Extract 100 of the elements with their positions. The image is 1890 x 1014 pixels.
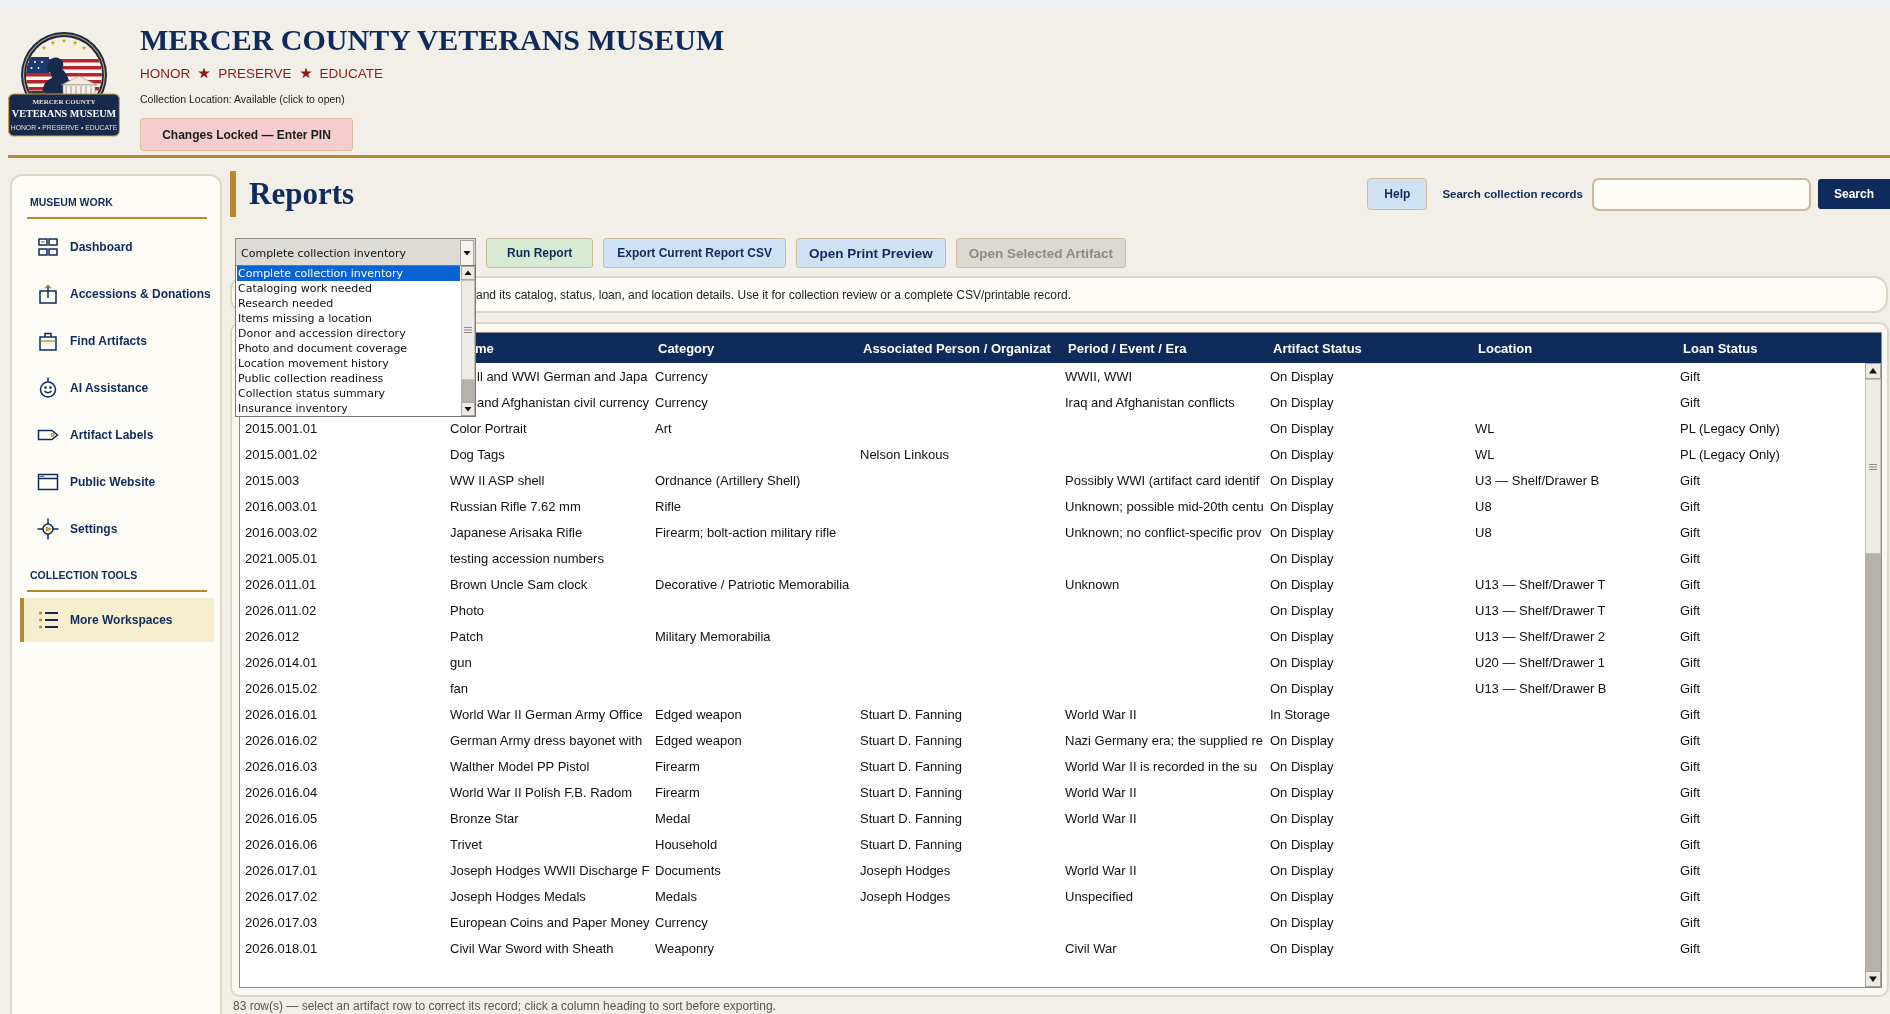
table-cell-text: Gift	[1679, 523, 1702, 542]
collection-location-link[interactable]: Collection Location: Available (click to open)	[140, 93, 345, 106]
help-button[interactable]: Help	[1367, 178, 1428, 210]
table-cell-text: Stuart D. Fanning	[859, 809, 963, 828]
table-cell-text: On Display	[1269, 783, 1335, 802]
table-cell-text: 2026.016.02	[244, 731, 319, 750]
logo-text: VETERANS MUSEUM	[11, 108, 117, 119]
table-cell-text: Dog Tags	[449, 445, 506, 464]
table-cell-text: 2026.016.01	[244, 705, 319, 724]
column-header[interactable]: me	[473, 333, 652, 363]
scrollbar-track[interactable]	[1865, 363, 1881, 987]
table-cell-text: Russian Rifle 7.62 mm	[449, 497, 582, 516]
table-cell-text: Ordnance (Artillery Shell)	[654, 471, 802, 490]
report-select[interactable]: Complete collection inventory	[235, 238, 476, 268]
scroll-up-button[interactable]	[461, 266, 475, 280]
page-title: Reports	[230, 171, 355, 217]
table-cell-text: Stuart D. Fanning	[859, 783, 963, 802]
sidebar-section-heading: MUSEUM WORK	[27, 195, 207, 219]
dropdown-option[interactable]: Research needed	[237, 296, 460, 311]
scroll-up-button[interactable]	[1865, 363, 1881, 379]
table-cell-text: Gift	[1679, 653, 1702, 672]
sidebar-nav-item[interactable]: Artifact Labels	[20, 413, 214, 457]
table-cell-text: On Display	[1269, 757, 1335, 776]
column-header[interactable]: Location	[1472, 333, 1677, 363]
table-cell-text: Currency	[654, 367, 709, 386]
star-icon	[198, 67, 211, 79]
table-cell-text: On Display	[1269, 497, 1335, 516]
table-cell-text: Edged weapon	[654, 705, 743, 724]
table-cell-text: Gift	[1679, 939, 1702, 958]
table-cell-text: U20 — Shelf/Drawer 1	[1474, 653, 1607, 672]
table-cell-text: Gift	[1679, 679, 1702, 698]
table-cell-text: Trivet	[449, 835, 484, 854]
search-field[interactable]	[1592, 177, 1811, 211]
dropdown-option[interactable]: Collection status summary	[237, 386, 460, 401]
table-cell-text: 2015.001.01	[244, 419, 319, 438]
sidebar-nav-item[interactable]: Find Artifacts	[20, 319, 214, 363]
table-cell-text: Unspecified	[1064, 887, 1134, 906]
search-button[interactable]: Search	[1818, 179, 1890, 209]
table-cell-text: On Display	[1269, 861, 1335, 880]
table-cell-text: Gift	[1679, 601, 1702, 620]
table-cell-text: Walther Model PP Pistol	[449, 757, 591, 776]
table-cell-text: Civil War	[1064, 939, 1118, 958]
table-cell-text: World War II Polish F.B. Radom	[449, 783, 634, 802]
table-cell-text: Joseph Hodges	[859, 861, 952, 880]
scroll-down-button[interactable]	[1865, 971, 1881, 987]
tagline-word: HONOR	[140, 65, 191, 81]
table-cell-text: 2026.016.04	[244, 783, 319, 802]
scroll-down-button[interactable]	[461, 402, 475, 416]
table-cell-text: Gift	[1679, 887, 1702, 906]
table-cell-text: German Army dress bayonet with	[449, 731, 644, 750]
sidebar-nav-item[interactable]: Accessions & Donations	[20, 272, 214, 316]
table-cell-text: Gift	[1679, 913, 1702, 932]
table-cell-text: fan	[449, 679, 470, 698]
sidebar-nav-item[interactable]: Dashboard	[20, 225, 214, 269]
dropdown-option[interactable]: Donor and accession directory	[237, 326, 460, 341]
toolbar-button[interactable]: Open Print Preview	[796, 238, 946, 268]
table-cell-text: Gift	[1679, 627, 1702, 646]
table-cell-text: On Display	[1269, 419, 1335, 438]
table-cell-text: Gift	[1679, 783, 1702, 802]
toolbar-button[interactable]: Run Report	[486, 238, 594, 268]
table-cell-text: On Display	[1269, 653, 1335, 672]
dropdown-option[interactable]: Photo and document coverage	[237, 341, 460, 356]
table-cell-text: On Display	[1269, 549, 1335, 568]
dropdown-option[interactable]: Cataloging work needed	[237, 281, 460, 296]
dropdown-option[interactable]: Items missing a location	[237, 311, 460, 326]
table-cell-text: WW II ASP shell	[449, 471, 546, 490]
dropdown-option[interactable]: Complete collection inventory	[237, 266, 460, 281]
dropdown-option[interactable]: Insurance inventory	[237, 401, 460, 416]
sidebar-nav-item[interactable]: AI Assistance	[20, 366, 214, 410]
column-header[interactable]: Loan Status	[1677, 333, 1881, 363]
table-cell-text: 2026.017.03	[244, 913, 319, 932]
scrollbar-thumb[interactable]	[461, 280, 475, 380]
sidebar-nav-item[interactable]: Settings	[20, 507, 214, 551]
table-cell-text: Military Memorabilia	[654, 627, 772, 646]
sidebar-nav-item[interactable]: More Workspaces	[20, 598, 214, 642]
table-cell-text: World War II	[1064, 861, 1138, 880]
column-header[interactable]: Artifact Status	[1267, 333, 1472, 363]
table-cell-text: Photo	[449, 601, 485, 620]
table-cell-text: 2026.017.01	[244, 861, 319, 880]
table-cell-text: Gift	[1679, 835, 1702, 854]
enter-pin-button[interactable]: Changes Locked — Enter PIN	[140, 118, 353, 151]
table-cell-text: On Display	[1269, 393, 1335, 412]
column-header[interactable]: Period / Event / Era	[1062, 333, 1267, 363]
table-cell-text: On Display	[1269, 601, 1335, 620]
column-header[interactable]: Category	[652, 333, 857, 363]
scrollbar-thumb[interactable]	[1865, 379, 1881, 554]
dropdown-option[interactable]: Public collection readiness	[237, 371, 460, 386]
table-cell-text: Nelson Linkous	[859, 445, 950, 464]
toolbar-button[interactable]: Export Current Report CSV	[603, 238, 786, 268]
table-cell-text: U13 — Shelf/Drawer B	[1474, 679, 1608, 698]
table-cell-text: Decorative / Patriotic Memorabilia	[654, 575, 851, 594]
dropdown-option[interactable]: Location movement history	[237, 356, 460, 371]
column-header[interactable]: Associated Person / Organizat	[857, 333, 1062, 363]
table-cell-text: On Display	[1269, 627, 1335, 646]
table-cell-text: and Afghanistan civil currency	[476, 393, 650, 412]
table-cell-text: U13 — Shelf/Drawer T	[1474, 601, 1607, 620]
sidebar-nav-item[interactable]: Public Website	[20, 460, 214, 504]
table-cell-text: PL (Legacy Only)	[1679, 419, 1781, 438]
table-cell-text: Currency	[654, 393, 709, 412]
table-cell-text: Gift	[1679, 575, 1702, 594]
